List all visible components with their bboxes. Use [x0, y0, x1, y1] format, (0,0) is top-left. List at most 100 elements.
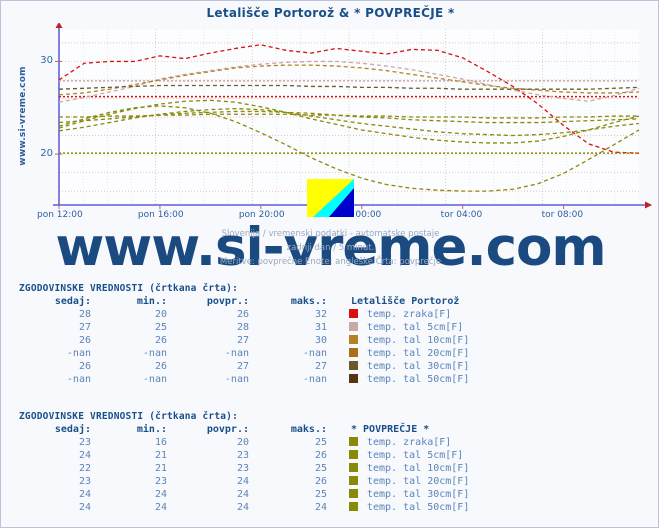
legend-value-povpr: 26 — [236, 309, 249, 320]
swatch-icon — [348, 502, 358, 511]
legend-value-sedaj: 24 — [78, 502, 91, 513]
legend-value-maks: 24 — [314, 502, 327, 513]
legend-value-povpr: -nan — [224, 348, 249, 359]
legend-color-swatch — [327, 488, 361, 501]
x-axis-label-1: pon 16:00 — [137, 210, 184, 220]
legend-color-swatch — [327, 436, 361, 449]
legend-row: 26 26 27 30 temp. tal 10cm[F] — [19, 334, 469, 347]
legend-value-povpr: 24 — [236, 476, 249, 487]
header-min: min.: — [136, 296, 167, 307]
legend-value-sedaj: 24 — [78, 489, 91, 500]
swatch-icon — [348, 437, 358, 446]
legend-value-sedaj: 26 — [78, 335, 91, 346]
legend-color-swatch — [327, 321, 361, 334]
legend-body: 23 16 20 25 temp. zraka[F] 24 21 23 26 temp. tal … — [19, 436, 469, 514]
legend-value-sedaj: 23 — [78, 437, 91, 448]
legend-value-sedaj: -nan — [66, 348, 91, 359]
legend-row: 23 23 24 26 temp. tal 20cm[F] — [19, 475, 469, 488]
legend-value-min: 24 — [154, 489, 167, 500]
legend-color-swatch — [327, 360, 361, 373]
legend-block-povprecje: ZGODOVINSKE VREDNOSTI (črtkana črta): se… — [19, 411, 644, 514]
legend-table: sedaj: min.: povpr.: maks.: * POVPREČJE … — [19, 424, 469, 514]
header-min: min.: — [136, 424, 167, 435]
legend-value-min: 20 — [154, 309, 167, 320]
legend-series-label: temp. tal 20cm[F] — [367, 476, 470, 487]
legend-row: -nan -nan -nan -nan temp. tal 50cm[F] — [19, 373, 469, 386]
legend-value-povpr: 27 — [236, 361, 249, 372]
header-maks: maks.: — [290, 296, 327, 307]
legend-value-maks: 26 — [314, 450, 327, 461]
legend-value-maks: 30 — [314, 335, 327, 346]
legend-series-label: temp. tal 10cm[F] — [367, 463, 470, 474]
header-station-name: * POVPREČJE * — [351, 424, 430, 435]
legend-value-maks: 27 — [314, 361, 327, 372]
legend-value-povpr: 23 — [236, 450, 249, 461]
legend-value-sedaj: 23 — [78, 476, 91, 487]
legend-value-min: -nan — [142, 348, 167, 359]
legend-row: -nan -nan -nan -nan temp. tal 20cm[F] — [19, 347, 469, 360]
legend-color-swatch — [327, 373, 361, 386]
legend-title: ZGODOVINSKE VREDNOSTI (črtkana črta): — [19, 411, 239, 422]
swatch-icon — [348, 361, 358, 370]
y-axis-arrow — [55, 23, 63, 28]
header-povpr: povpr.: — [206, 296, 249, 307]
legend-series-label: temp. tal 50cm[F] — [367, 502, 470, 513]
legend-series-label: temp. tal 5cm[F] — [367, 322, 464, 333]
legend-value-maks: 25 — [314, 489, 327, 500]
legend-value-maks: 25 — [314, 463, 327, 474]
caption-line-3: Meritve: povprečne Enote: angleške Črta:… — [219, 257, 442, 267]
swatch-icon — [348, 374, 358, 383]
legend-value-sedaj: 27 — [78, 322, 91, 333]
legend-block-portoroz: ZGODOVINSKE VREDNOSTI (črtkana črta): se… — [19, 283, 644, 386]
page-title: Letališče Portorož & * POVPREČJE * — [206, 6, 455, 20]
legend-value-min: 26 — [154, 335, 167, 346]
legend-series-label: temp. tal 50cm[F] — [367, 374, 470, 385]
legend-series-label: temp. tal 5cm[F] — [367, 450, 464, 461]
swatch-icon — [348, 450, 358, 459]
header-station-name: Letališče Portorož — [351, 296, 460, 307]
legend-value-sedaj: 28 — [78, 309, 91, 320]
legend-value-min: 23 — [154, 476, 167, 487]
caption-line-1: Slovenija / vremenski podatki - avtomats… — [221, 229, 440, 239]
legend-value-povpr: 23 — [236, 463, 249, 474]
swatch-icon — [348, 489, 358, 498]
swatch-icon — [348, 322, 358, 331]
legend-value-maks: 25 — [314, 437, 327, 448]
legend-color-swatch — [327, 308, 361, 321]
caption-line-2: zadnji dan / 5 minut. — [286, 243, 375, 253]
x-axis-label-4: tor 04:00 — [440, 210, 483, 220]
legend-series-label: temp. tal 10cm[F] — [367, 335, 470, 346]
swatch-icon — [348, 309, 358, 318]
y-axis-label-1: 30 — [40, 55, 53, 67]
legend-series-label: temp. tal 30cm[F] — [367, 361, 470, 372]
x-axis-label-5: tor 08:00 — [541, 210, 584, 220]
legend-value-min: 21 — [154, 463, 167, 474]
legend-series-label: temp. zraka[F] — [367, 437, 452, 448]
legend-value-maks: -nan — [302, 374, 327, 385]
legend-value-min: 21 — [154, 450, 167, 461]
legend-color-swatch — [327, 501, 361, 514]
legend-value-povpr: 24 — [236, 502, 249, 513]
legend-value-min: 26 — [154, 361, 167, 372]
swatch-icon — [348, 476, 358, 485]
legend-title: ZGODOVINSKE VREDNOSTI (črtkana črta): — [19, 283, 239, 294]
x-axis-label-2: pon 20:00 — [238, 210, 285, 220]
header-maks: maks.: — [290, 424, 327, 435]
legend-value-min: 24 — [154, 502, 167, 513]
legend-header-row: sedaj: min.: povpr.: maks.: Letališče Po… — [19, 296, 469, 308]
legend-row: 27 25 28 31 temp. tal 5cm[F] — [19, 321, 469, 334]
legend-body: 28 20 26 32 temp. zraka[F] 27 25 28 31 temp. tal … — [19, 308, 469, 386]
legend-value-povpr: 20 — [236, 437, 249, 448]
weather-chart-page: Letališče Portorož & * POVPREČJE * www.s… — [0, 0, 659, 528]
legend-value-povpr: 24 — [236, 489, 249, 500]
legend-series-label: temp. tal 30cm[F] — [367, 489, 470, 500]
legend-row: 23 16 20 25 temp. zraka[F] — [19, 436, 469, 449]
legend-row: 26 26 27 27 temp. tal 30cm[F] — [19, 360, 469, 373]
legend-color-swatch — [327, 449, 361, 462]
legend-row: 24 24 24 25 temp. tal 30cm[F] — [19, 488, 469, 501]
legend-series-label: temp. zraka[F] — [367, 309, 452, 320]
legend-row: 28 20 26 32 temp. zraka[F] — [19, 308, 469, 321]
legend-color-swatch — [327, 475, 361, 488]
y-axis-label-0: 20 — [40, 148, 53, 160]
legend-value-min: 25 — [154, 322, 167, 333]
